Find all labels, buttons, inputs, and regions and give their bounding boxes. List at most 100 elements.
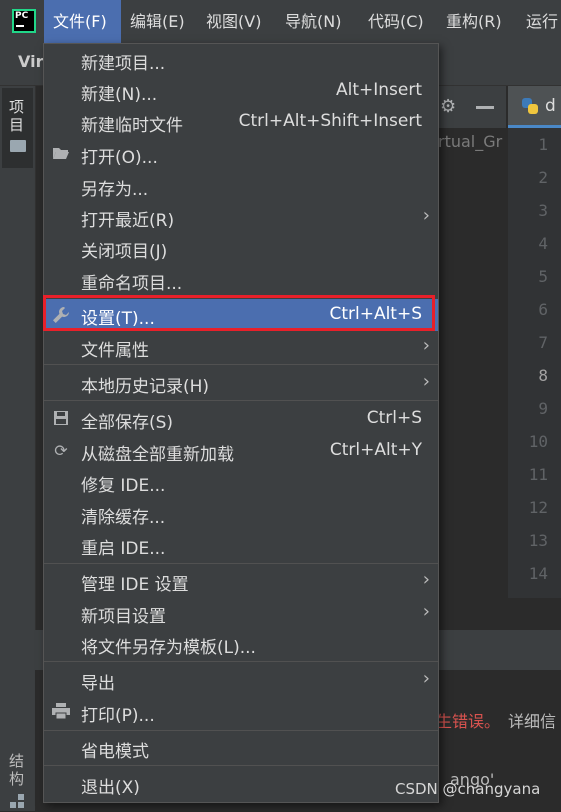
menu-item-settings[interactable]: 设置(T)... Ctrl+Alt+S bbox=[44, 299, 438, 331]
menu-item-label: 新建项目... bbox=[81, 54, 166, 74]
menu-item-shortcut: Ctrl+Alt+Shift+Insert bbox=[238, 111, 422, 131]
chevron-right-icon: › bbox=[422, 668, 430, 689]
menu-item-label: 关闭项目(J) bbox=[81, 242, 168, 262]
wrench-icon bbox=[52, 306, 70, 324]
menu-item-new-project[interactable]: 新建项目... bbox=[44, 44, 438, 76]
structure-icon bbox=[10, 794, 24, 808]
menu-item-file-properties[interactable]: 文件属性 › bbox=[44, 331, 438, 363]
menu-item-label: 修复 IDE... bbox=[81, 476, 166, 496]
project-path-fragment: rtual_Gr bbox=[438, 132, 503, 151]
menu-item-label: 管理 IDE 设置 bbox=[81, 575, 189, 595]
menu-item-label: 新建临时文件 bbox=[81, 116, 183, 136]
line-number: 3 bbox=[538, 201, 548, 220]
left-tool-strip bbox=[0, 86, 36, 811]
watermark-text: CSDN @changyana bbox=[395, 780, 541, 798]
menu-item-restart-ide[interactable]: 重启 IDE... bbox=[44, 529, 438, 561]
menu-item-new[interactable]: 新建(N)... Alt+Insert bbox=[44, 75, 438, 107]
reload-icon: ⟳ bbox=[54, 441, 68, 460]
detail-link-fragment[interactable]: 详细信 bbox=[508, 708, 556, 732]
menu-separator bbox=[44, 563, 438, 564]
menu-item-shortcut: Ctrl+S bbox=[366, 408, 422, 428]
gear-icon[interactable]: ⚙ bbox=[440, 98, 458, 116]
menu-item-label: 文件属性 bbox=[81, 341, 149, 361]
folder-open-icon bbox=[52, 145, 70, 163]
menu-item-label: 本地历史记录(H) bbox=[81, 377, 210, 397]
menu-item-save-as[interactable]: 另存为... bbox=[44, 170, 438, 202]
chevron-right-icon: › bbox=[422, 371, 430, 392]
menu-item-print[interactable]: 打印(P)... bbox=[44, 696, 438, 728]
line-number: 9 bbox=[538, 399, 548, 418]
menu-view[interactable]: 视图(V) bbox=[197, 0, 270, 43]
menu-separator bbox=[44, 765, 438, 766]
menu-item-save-as-template[interactable]: 将文件另存为模板(L)... bbox=[44, 628, 438, 660]
menu-item-rename-project[interactable]: 重命名项目... bbox=[44, 264, 438, 296]
line-number: 2 bbox=[538, 168, 548, 187]
error-message-fragment: 生错误。 bbox=[436, 712, 501, 731]
project-name[interactable]: Vir bbox=[18, 52, 43, 71]
menu-item-label: 导出 bbox=[81, 674, 115, 694]
menu-item-shortcut: Alt+Insert bbox=[335, 80, 422, 100]
menu-separator bbox=[44, 661, 438, 662]
menu-item-reload-all[interactable]: ⟳ 从磁盘全部重新加载 Ctrl+Alt+Y bbox=[44, 435, 438, 467]
menu-run[interactable]: 运行 bbox=[517, 0, 561, 43]
print-icon bbox=[52, 703, 70, 721]
menu-item-shortcut: Ctrl+Alt+Y bbox=[329, 440, 422, 460]
menu-item-label: 重命名项目... bbox=[81, 274, 183, 294]
line-number-gutter bbox=[508, 128, 561, 598]
menu-item-repair-ide[interactable]: 修复 IDE... bbox=[44, 466, 438, 498]
tool-tab-structure-label[interactable]: 结构 bbox=[9, 752, 27, 788]
menu-item-invalidate-caches[interactable]: 清除缓存... bbox=[44, 498, 438, 530]
chevron-right-icon: › bbox=[422, 601, 430, 622]
menu-item-shortcut: Ctrl+Alt+S bbox=[329, 304, 422, 324]
menu-separator bbox=[44, 400, 438, 401]
menu-item-label: 将文件另存为模板(L)... bbox=[81, 638, 256, 658]
python-file-icon bbox=[522, 98, 538, 114]
menu-item-manage-ide-settings[interactable]: 管理 IDE 设置 › bbox=[44, 565, 438, 597]
line-number: 1 bbox=[538, 135, 548, 154]
line-number: 7 bbox=[538, 333, 548, 352]
menu-item-close-project[interactable]: 关闭项目(J) bbox=[44, 232, 438, 264]
menu-item-save-all[interactable]: 全部保存(S) Ctrl+S bbox=[44, 403, 438, 435]
save-icon bbox=[52, 410, 70, 428]
menu-code[interactable]: 代码(C) bbox=[359, 0, 433, 43]
menu-item-label: 清除缓存... bbox=[81, 508, 166, 528]
line-number: 14 bbox=[528, 564, 548, 583]
minimize-icon[interactable] bbox=[476, 106, 494, 109]
menu-item-label: 打开最近(R) bbox=[81, 211, 175, 231]
line-number: 4 bbox=[538, 234, 548, 253]
menu-item-label: 从磁盘全部重新加载 bbox=[81, 445, 234, 465]
line-number: 10 bbox=[528, 432, 548, 451]
menu-item-label: 全部保存(S) bbox=[81, 413, 174, 433]
menu-refactor[interactable]: 重构(R) bbox=[437, 0, 511, 43]
menu-item-label: 打开(O)... bbox=[81, 148, 158, 168]
menu-edit[interactable]: 编辑(E) bbox=[121, 0, 194, 43]
menu-item-export[interactable]: 导出 › bbox=[44, 664, 438, 696]
menu-item-label: 新项目设置 bbox=[81, 607, 166, 627]
menu-item-local-history[interactable]: 本地历史记录(H) › bbox=[44, 367, 438, 399]
menu-item-label: 省电模式 bbox=[81, 742, 149, 762]
chevron-right-icon: › bbox=[422, 205, 430, 226]
menu-item-exit[interactable]: 退出(X) bbox=[44, 768, 438, 800]
line-number: 12 bbox=[528, 498, 548, 517]
menu-item-label: 设置(T)... bbox=[81, 309, 155, 329]
tool-tab-project-label: 项目 bbox=[9, 98, 25, 134]
menu-item-label: 退出(X) bbox=[81, 778, 140, 798]
menu-separator bbox=[44, 730, 438, 731]
line-number: 6 bbox=[538, 300, 548, 319]
menu-item-open-recent[interactable]: 打开最近(R) › bbox=[44, 201, 438, 233]
menu-item-label: 打印(P)... bbox=[81, 706, 155, 726]
menu-item-new-scratch-file[interactable]: 新建临时文件 Ctrl+Alt+Shift+Insert bbox=[44, 106, 438, 138]
chevron-right-icon: › bbox=[422, 335, 430, 356]
menu-item-open[interactable]: 打开(O)... bbox=[44, 138, 438, 170]
menu-navigate[interactable]: 导航(N) bbox=[276, 0, 350, 43]
chevron-right-icon: › bbox=[422, 569, 430, 590]
menu-item-label: 另存为... bbox=[81, 180, 149, 200]
menu-item-label: 新建(N)... bbox=[81, 85, 158, 105]
menu-item-power-save-mode[interactable]: 省电模式 bbox=[44, 732, 438, 764]
menu-item-new-project-settings[interactable]: 新项目设置 › bbox=[44, 597, 438, 629]
menu-separator bbox=[44, 364, 438, 365]
menu-item-label: 重启 IDE... bbox=[81, 539, 166, 559]
line-number: 8 bbox=[538, 366, 548, 385]
folder-icon bbox=[10, 140, 26, 152]
menu-file[interactable]: 文件(F) bbox=[44, 0, 121, 43]
